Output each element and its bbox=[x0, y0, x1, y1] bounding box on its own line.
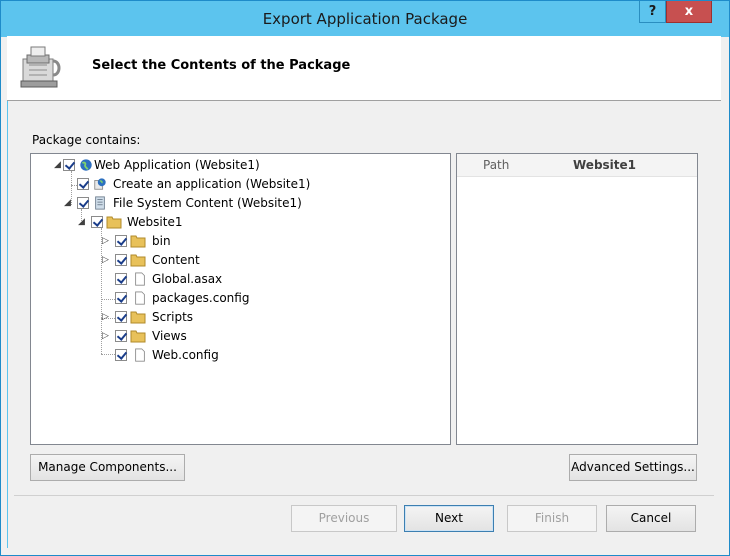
collapse-arrow-icon[interactable]: ◢ bbox=[54, 161, 63, 170]
checkbox[interactable] bbox=[77, 178, 89, 190]
tree-label: packages.config bbox=[152, 291, 250, 305]
tree-label: Global.asax bbox=[152, 272, 223, 286]
page-title: Select the Contents of the Package bbox=[92, 58, 351, 73]
expand-arrow-icon[interactable]: ▷ bbox=[102, 313, 111, 322]
checkbox[interactable] bbox=[91, 216, 103, 228]
finish-button[interactable]: Finish bbox=[507, 505, 597, 532]
file-icon bbox=[135, 291, 145, 305]
advanced-settings-button[interactable]: Advanced Settings... bbox=[569, 454, 697, 481]
window-title: Export Application Package bbox=[262, 10, 468, 28]
collapse-arrow-icon[interactable]: ◢ bbox=[64, 199, 73, 208]
properties-panel[interactable]: Path Website1 bbox=[456, 153, 698, 445]
tree-node-bin[interactable]: ▷ bin bbox=[31, 233, 331, 251]
cancel-button[interactable]: Cancel bbox=[606, 505, 696, 532]
tree-label: Create an application (Website1) bbox=[113, 177, 311, 191]
property-value: Website1 bbox=[573, 158, 637, 172]
divider bbox=[14, 495, 714, 496]
tree-node-scripts[interactable]: ▷ Scripts bbox=[31, 309, 331, 327]
tree-node-web-application[interactable]: ◢ Web Application (Website1) bbox=[31, 157, 331, 175]
folder-icon bbox=[106, 216, 122, 229]
checkbox[interactable] bbox=[77, 197, 89, 209]
tree-label: bin bbox=[152, 234, 171, 248]
tree-label: Views bbox=[152, 329, 187, 343]
checkbox[interactable] bbox=[115, 292, 127, 304]
tree-node-packages-config[interactable]: packages.config bbox=[31, 290, 331, 308]
package-vise-icon bbox=[20, 46, 61, 88]
property-row-path[interactable]: Path Website1 bbox=[457, 154, 697, 177]
tree-label: Web Application (Website1) bbox=[94, 158, 260, 172]
tree-node-website1[interactable]: ◢ Website1 bbox=[31, 214, 331, 232]
collapse-arrow-icon[interactable]: ◢ bbox=[78, 218, 87, 227]
folder-icon bbox=[130, 254, 146, 267]
tree-node-content[interactable]: ▷ Content bbox=[31, 252, 331, 270]
folder-icon bbox=[130, 235, 146, 248]
tree-node-global-asax[interactable]: Global.asax bbox=[31, 271, 331, 289]
package-contains-label: Package contains: bbox=[32, 133, 141, 147]
expand-arrow-icon[interactable]: ▷ bbox=[102, 237, 111, 246]
tree-label: Website1 bbox=[127, 215, 183, 229]
checkbox[interactable] bbox=[115, 311, 127, 323]
checkbox[interactable] bbox=[115, 273, 127, 285]
application-globe-icon bbox=[94, 178, 106, 190]
globe-icon bbox=[80, 159, 92, 171]
close-button[interactable]: x bbox=[666, 1, 712, 23]
folder-icon bbox=[130, 311, 146, 324]
tree-label: Content bbox=[152, 253, 200, 267]
tree-node-web-config[interactable]: Web.config bbox=[31, 347, 331, 365]
checkbox[interactable] bbox=[115, 235, 127, 247]
tree-node-views[interactable]: ▷ Views bbox=[31, 328, 331, 346]
property-key: Path bbox=[483, 158, 510, 172]
tree-node-file-system-content[interactable]: ◢ File System Content (Website1) bbox=[31, 195, 331, 213]
checkbox[interactable] bbox=[63, 159, 75, 171]
folder-icon bbox=[130, 330, 146, 343]
file-icon bbox=[135, 348, 145, 362]
next-button[interactable]: Next bbox=[404, 505, 494, 532]
file-system-icon bbox=[95, 196, 105, 210]
tree-label: File System Content (Website1) bbox=[113, 196, 302, 210]
file-icon bbox=[135, 272, 145, 286]
expand-arrow-icon[interactable]: ▷ bbox=[102, 256, 111, 265]
checkbox[interactable] bbox=[115, 254, 127, 266]
package-tree[interactable]: ◢ Web Application (Website1) Create an a… bbox=[30, 153, 451, 445]
tree-node-create-application[interactable]: Create an application (Website1) bbox=[31, 176, 331, 194]
manage-components-button[interactable]: Manage Components... bbox=[30, 454, 185, 481]
tree-label: Web.config bbox=[152, 348, 219, 362]
expand-arrow-icon[interactable]: ▷ bbox=[102, 332, 111, 341]
wizard-header: Select the Contents of the Package bbox=[7, 36, 721, 101]
tree-label: Scripts bbox=[152, 310, 194, 324]
checkbox[interactable] bbox=[115, 349, 127, 361]
previous-button[interactable]: Previous bbox=[291, 505, 397, 532]
help-button[interactable]: ? bbox=[639, 1, 666, 23]
title-bar[interactable]: Export Application Package ? x bbox=[1, 1, 729, 37]
checkbox[interactable] bbox=[115, 330, 127, 342]
